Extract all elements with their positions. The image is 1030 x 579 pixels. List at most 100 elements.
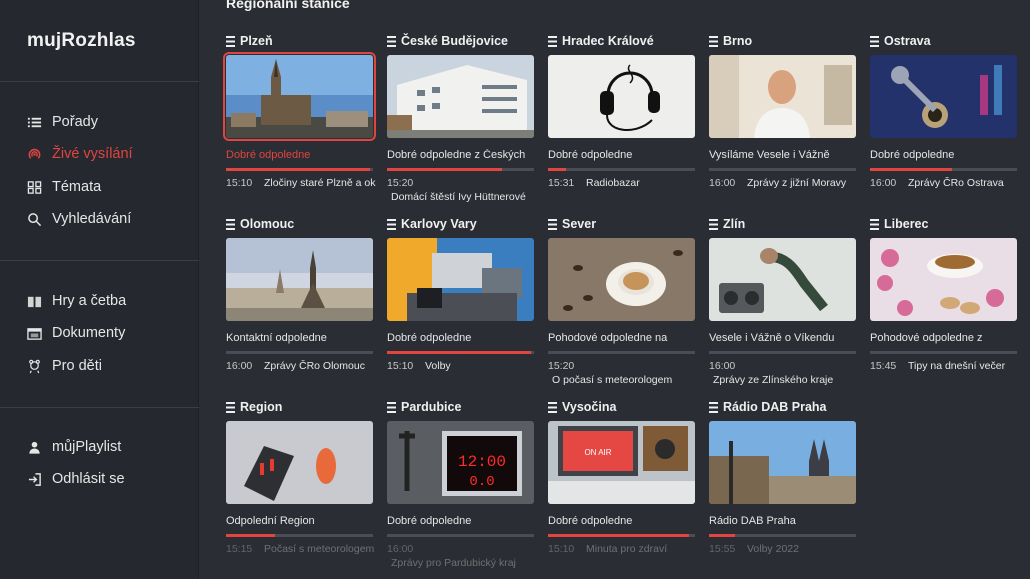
sidebar-divider <box>0 260 199 261</box>
next-show-time: 15:15 <box>226 543 253 555</box>
next-show-title: Volby 2022 <box>747 543 799 555</box>
show-progress-fill <box>548 168 566 171</box>
station-card[interactable]: Rádio DAB Praha Rádio DAB Praha 15:55 Vo… <box>709 398 856 573</box>
station-card[interactable]: Liberec Pohodové odpoledne z 15:45 Tipy … <box>870 215 1017 390</box>
station-name: Plzeň <box>240 34 273 48</box>
show-progress-fill <box>226 534 275 537</box>
station-name: Pardubice <box>401 400 462 414</box>
station-card[interactable]: Olomouc Kontaktní odpoledne 16:00 Zprávy… <box>226 215 373 390</box>
show-progress-bar <box>709 351 856 354</box>
nav-item-temata[interactable]: Témata <box>26 176 101 198</box>
station-card[interactable]: Vysočina ON AIR Dobré odpoledne 15:10 Mi… <box>548 398 695 573</box>
nav-item-hry-a-cetba[interactable]: Hry a četba <box>26 290 126 312</box>
current-show-title: Dobré odpoledne <box>548 515 633 527</box>
station-card[interactable]: Hradec Králové Dobré odpoledne 15:31 Rad… <box>548 32 695 207</box>
next-show-time: 15:20 <box>548 360 575 372</box>
current-show-title: Dobré odpoledne <box>870 149 955 161</box>
station-card[interactable]: Karlovy Vary Dobré odpoledne 15:10 Volby <box>387 215 534 390</box>
show-progress-bar <box>870 351 1017 354</box>
station-thumbnail[interactable] <box>387 55 534 138</box>
next-show-title: Minuta pro zdraví <box>586 543 668 555</box>
next-show-title: Zprávy ze Zlínského kraje <box>713 374 834 386</box>
station-header: Region <box>226 398 282 416</box>
section-title: Regionální stanice <box>226 0 350 11</box>
nav-item-muj-playlist[interactable]: můjPlaylist <box>26 436 121 458</box>
station-thumbnail[interactable] <box>870 238 1017 321</box>
station-thumbnail[interactable] <box>709 421 856 504</box>
nav-item-live[interactable]: Živé vysílání <box>26 143 133 165</box>
station-thumbnail[interactable] <box>223 52 376 141</box>
nav-label: Témata <box>52 179 102 195</box>
station-name: Olomouc <box>240 217 295 231</box>
station-header: Vysočina <box>548 398 616 416</box>
sidebar-divider <box>0 407 199 408</box>
station-thumbnail[interactable] <box>226 421 373 504</box>
station-card[interactable]: Sever Pohodové odpoledne na 15:20 O poča… <box>548 215 695 390</box>
station-thumbnail[interactable]: ON AIR <box>548 421 695 504</box>
station-header: České Budějovice <box>387 32 508 50</box>
station-card[interactable]: Zlín Vesele i Vážně o Víkendu 16:00 Zprá… <box>709 215 856 390</box>
schedule-icon <box>870 218 879 230</box>
next-show-title: Domácí štěstí Ivy Hüttnerové <box>391 191 526 203</box>
show-progress-bar <box>548 351 695 354</box>
schedule-icon <box>709 35 718 47</box>
station-header: Rádio DAB Praha <box>709 398 827 416</box>
schedule-icon <box>226 401 235 413</box>
show-progress-fill <box>387 168 502 171</box>
station-header: Plzeň <box>226 32 273 50</box>
station-thumbnail[interactable] <box>709 55 856 138</box>
station-thumbnail[interactable] <box>548 55 695 138</box>
nav-label: Odhlásit se <box>52 471 125 487</box>
current-show-title: Vysíláme Vesele i Vážně <box>709 149 830 161</box>
schedule-icon <box>387 218 396 230</box>
nav-item-odhlasit[interactable]: Odhlásit se <box>26 468 125 490</box>
next-show-time: 15:10 <box>387 360 414 372</box>
current-show-title: Dobré odpoledne <box>387 515 472 527</box>
station-thumbnail[interactable] <box>709 238 856 321</box>
station-card[interactable]: Brno Vysíláme Vesele i Vážně 16:00 Zpráv… <box>709 32 856 207</box>
station-card[interactable]: Pardubice 12:00 0.0 Dobré odpoledne 16:00… <box>387 398 534 573</box>
next-show-title: Tipy na dnešní večer <box>908 360 1006 372</box>
next-show-time: 16:00 <box>387 543 414 555</box>
current-show-title: Pohodové odpoledne z <box>870 332 983 344</box>
current-show-title: Odpolední Region <box>226 515 315 527</box>
list-icon <box>26 114 42 130</box>
current-show-title: Dobré odpoledne <box>226 149 311 161</box>
station-thumbnail[interactable] <box>870 55 1017 138</box>
film-icon <box>26 325 42 341</box>
nav-item-pro-deti[interactable]: Pro děti <box>26 355 102 377</box>
current-show-title: Dobré odpoledne <box>387 332 472 344</box>
show-progress-bar <box>387 168 534 171</box>
next-show-title: Radiobazar <box>586 177 640 189</box>
show-progress-bar <box>226 168 373 171</box>
next-show-title: Zprávy pro Pardubický kraj <box>391 557 516 569</box>
schedule-icon <box>870 35 879 47</box>
current-show-title: Vesele i Vážně o Víkendu <box>709 332 835 344</box>
station-header: Zlín <box>709 215 745 233</box>
station-thumbnail[interactable]: 12:00 0.0 <box>387 421 534 504</box>
station-thumbnail[interactable] <box>387 238 534 321</box>
next-show-time: 16:00 <box>709 360 736 372</box>
station-name: České Budějovice <box>401 34 508 48</box>
user-icon <box>26 439 42 455</box>
nav-label: Pro děti <box>52 358 102 374</box>
station-thumbnail[interactable] <box>226 238 373 321</box>
next-show-time: 15:10 <box>548 543 575 555</box>
show-progress-bar <box>709 534 856 537</box>
show-progress-bar <box>548 534 695 537</box>
book-icon <box>26 293 42 309</box>
nav-item-dokumenty[interactable]: Dokumenty <box>26 322 125 344</box>
station-thumbnail[interactable] <box>548 238 695 321</box>
station-card[interactable]: Ostrava Dobré odpoledne 16:00 Zprávy ČRo… <box>870 32 1017 207</box>
nav-item-vyhledavani[interactable]: Vyhledávání <box>26 208 131 230</box>
station-card[interactable]: Plzeň Dobré odpoledne 15:10 Zločiny star… <box>223 32 376 207</box>
show-progress-bar <box>870 168 1017 171</box>
next-show-title: Volby <box>425 360 451 372</box>
show-progress-fill <box>226 168 371 171</box>
station-card[interactable]: Region Odpolední Region 15:15 Počasí s m… <box>226 398 374 573</box>
nav-item-porady[interactable]: Pořady <box>26 111 98 133</box>
station-card[interactable]: České Budějovice Dobré odpoledne z Český… <box>387 32 534 207</box>
next-show-time: 16:00 <box>870 177 897 189</box>
next-show-time: 15:20 <box>387 177 414 189</box>
app-logo[interactable]: mujRozhlas <box>27 30 136 52</box>
